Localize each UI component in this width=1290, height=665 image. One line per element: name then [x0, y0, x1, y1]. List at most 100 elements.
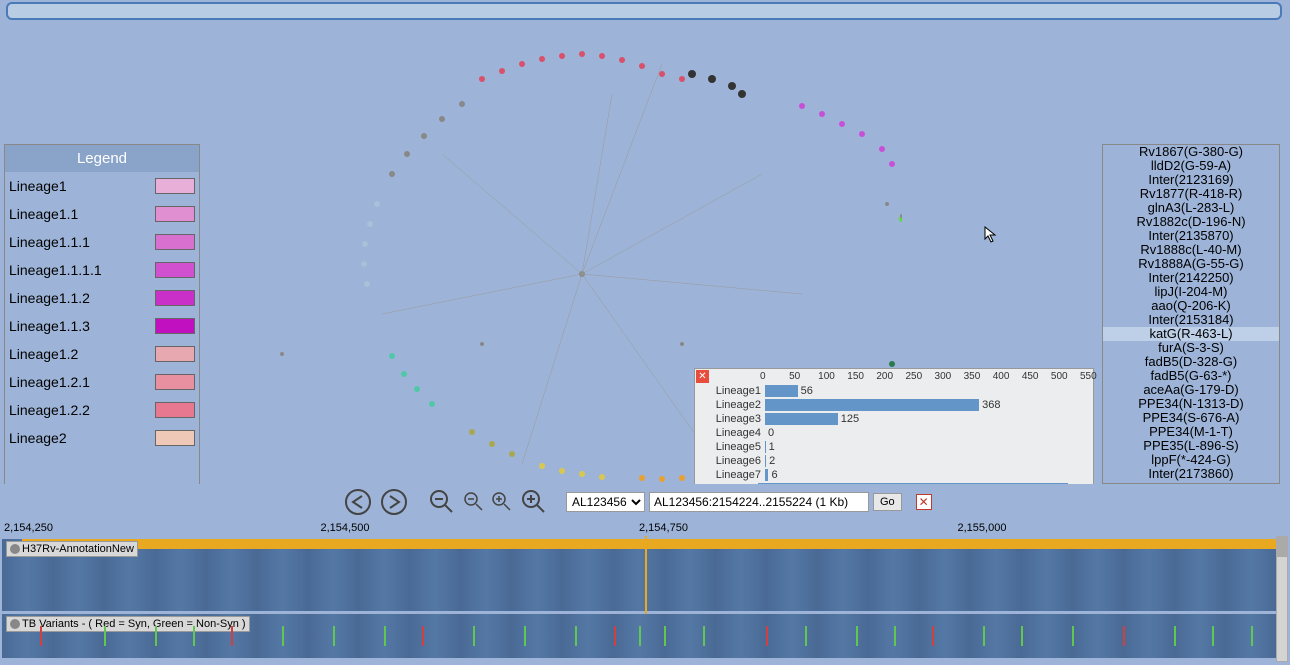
- legend-swatch: [155, 262, 195, 278]
- legend-item[interactable]: Lineage1.1.1.1: [5, 256, 199, 284]
- chart-row: Lineage62: [695, 454, 1089, 468]
- gene-item[interactable]: Inter(2153184): [1103, 313, 1279, 327]
- legend-label: Lineage1.2: [9, 346, 155, 362]
- variant-mark: [856, 626, 858, 646]
- gene-item[interactable]: katG(R-463-L): [1103, 327, 1279, 341]
- gene-item[interactable]: lppF(*-424-G): [1103, 453, 1279, 467]
- gene-item[interactable]: Inter(2135870): [1103, 229, 1279, 243]
- legend-item[interactable]: Lineage1.2.2: [5, 396, 199, 424]
- legend-item[interactable]: Lineage1.1.3: [5, 312, 199, 340]
- legend-item[interactable]: Lineage1.2.1: [5, 368, 199, 396]
- chart-row: Lineage51: [695, 440, 1089, 454]
- go-button[interactable]: Go: [873, 493, 902, 511]
- legend-label: Lineage1.1.3: [9, 318, 155, 334]
- pan-right-button[interactable]: [378, 488, 410, 516]
- variant-mark: [384, 626, 386, 646]
- chart-row: Lineage76: [695, 468, 1089, 482]
- annotation-track[interactable]: H37Rv-AnnotationNew: [2, 539, 1276, 611]
- gene-item[interactable]: Inter(2123169): [1103, 173, 1279, 187]
- chart-row: Lineage40: [695, 426, 1089, 440]
- gene-list-panel[interactable]: Rv1867(G-380-G)lldD2(G-59-A)Inter(212316…: [1102, 144, 1280, 484]
- annotation-track-label[interactable]: H37Rv-AnnotationNew: [6, 541, 138, 557]
- gene-item[interactable]: aceAa(G-179-D): [1103, 383, 1279, 397]
- main-view: Legend Lineage1Lineage1.1Lineage1.1.1Lin…: [2, 24, 1288, 484]
- pan-left-button[interactable]: [342, 488, 374, 516]
- legend-swatch: [155, 178, 195, 194]
- gene-item[interactable]: aao(Q-206-K): [1103, 299, 1279, 313]
- gene-item[interactable]: Rv1882c(D-196-N): [1103, 215, 1279, 229]
- variant-mark: [703, 626, 705, 646]
- gene-item[interactable]: Rv1888c(L-40-M): [1103, 243, 1279, 257]
- variant-mark: [664, 626, 666, 646]
- chart-row: Lineage2368: [695, 398, 1089, 412]
- zoom-out-large-button[interactable]: [426, 488, 458, 516]
- variant-mark: [575, 626, 577, 646]
- legend-swatch: [155, 346, 195, 362]
- legend-label: Lineage1.2.1: [9, 374, 155, 390]
- legend-label: Lineage2: [9, 430, 155, 446]
- legend-swatch: [155, 374, 195, 390]
- variant-mark: [193, 626, 195, 646]
- legend-item[interactable]: Lineage1.1.1: [5, 228, 199, 256]
- variant-mark: [282, 626, 284, 646]
- gene-item[interactable]: lldD2(G-59-A): [1103, 159, 1279, 173]
- gene-item[interactable]: Inter(2173860): [1103, 467, 1279, 481]
- annotation-feature: [22, 539, 1276, 549]
- variant-mark: [524, 626, 526, 646]
- close-icon[interactable]: [10, 544, 20, 554]
- gene-item[interactable]: PPE34(S-676-A): [1103, 411, 1279, 425]
- zoom-in-button[interactable]: [490, 490, 514, 514]
- close-icon[interactable]: [10, 619, 20, 629]
- variant-mark: [932, 626, 934, 646]
- legend-label: Lineage1.2.2: [9, 402, 155, 418]
- variants-track-label[interactable]: TB Variants - ( Red = Syn, Green = Non-S…: [6, 616, 250, 632]
- gene-item[interactable]: furA(S-3-S): [1103, 341, 1279, 355]
- zoom-in-large-button[interactable]: [518, 488, 550, 516]
- legend-item[interactable]: Lineage2: [5, 424, 199, 452]
- legend-label: Lineage1.1.1.1: [9, 262, 155, 278]
- variant-mark: [104, 626, 106, 646]
- genome-toolbar: AL123456 Go ✕: [2, 486, 1288, 518]
- variant-mark: [473, 626, 475, 646]
- gene-item[interactable]: Rv1888A(G-55-G): [1103, 257, 1279, 271]
- chart-row: Lineage3125: [695, 412, 1089, 426]
- variant-mark: [766, 626, 768, 646]
- gene-item[interactable]: PPE35(L-896-S): [1103, 439, 1279, 453]
- gene-item[interactable]: Rv1877(R-418-R): [1103, 187, 1279, 201]
- zoom-out-button[interactable]: [462, 490, 486, 514]
- delete-button[interactable]: ✕: [916, 494, 932, 510]
- gene-item[interactable]: lipJ(I-204-M): [1103, 285, 1279, 299]
- gene-item[interactable]: PPE34(N-1313-D): [1103, 397, 1279, 411]
- legend-label: Lineage1.1.2: [9, 290, 155, 306]
- reference-select[interactable]: AL123456: [566, 492, 645, 512]
- close-icon[interactable]: ✕: [696, 370, 709, 383]
- location-input[interactable]: [649, 492, 869, 512]
- variant-mark: [155, 626, 157, 646]
- gene-item[interactable]: glnA3(L-283-L): [1103, 201, 1279, 215]
- legend-item[interactable]: Lineage1.2: [5, 340, 199, 368]
- legend-panel[interactable]: Legend Lineage1Lineage1.1Lineage1.1.1Lin…: [4, 144, 200, 484]
- variants-track[interactable]: TB Variants - ( Red = Syn, Green = Non-S…: [2, 614, 1276, 658]
- legend-swatch: [155, 290, 195, 306]
- variant-mark: [614, 626, 616, 646]
- variant-mark: [894, 626, 896, 646]
- chart-row: Total596: [695, 482, 1089, 484]
- variant-mark: [1251, 626, 1253, 646]
- legend-item[interactable]: Lineage1.1.2: [5, 284, 199, 312]
- variant-mark: [1212, 626, 1214, 646]
- legend-label: Lineage1.1: [9, 206, 155, 222]
- gene-item[interactable]: PPE34(M-1-T): [1103, 425, 1279, 439]
- genome-ruler: 2,154,250 2,154,500 2,154,750 2,155,000: [2, 522, 1276, 536]
- legend-item[interactable]: Lineage1: [5, 172, 199, 200]
- gene-item[interactable]: fadB5(D-328-G): [1103, 355, 1279, 369]
- track-scrollbar[interactable]: [1276, 536, 1288, 662]
- chart-row: Lineage156: [695, 384, 1089, 398]
- legend-swatch: [155, 402, 195, 418]
- variant-mark: [983, 626, 985, 646]
- legend-item[interactable]: Lineage1.1: [5, 200, 199, 228]
- gene-item[interactable]: Rv1867(G-380-G): [1103, 145, 1279, 159]
- gene-item[interactable]: fadB5(G-63-*): [1103, 369, 1279, 383]
- legend-swatch: [155, 430, 195, 446]
- variant-mark: [422, 626, 424, 646]
- gene-item[interactable]: Inter(2142250): [1103, 271, 1279, 285]
